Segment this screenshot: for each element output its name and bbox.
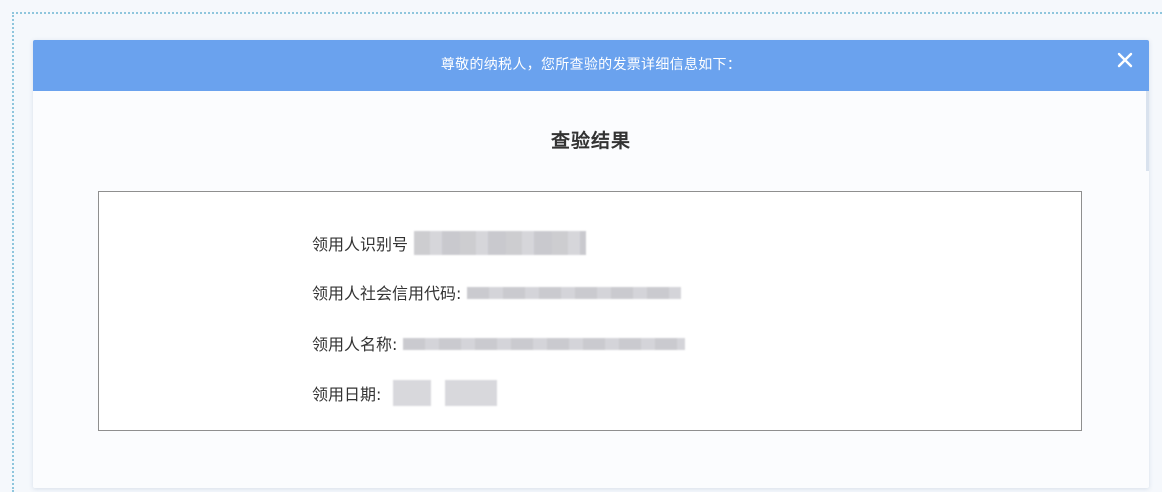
invoice-result-dialog: 尊敬的纳税人，您所查验的发票详细信息如下： 查验结果 领用人识别号 领用人社会信… (33, 40, 1149, 488)
field-value-redacted (445, 380, 498, 406)
page-title: 查验结果 (550, 130, 631, 152)
field-value-redacted (414, 231, 587, 255)
page-background: 尊敬的纳税人，您所查验的发票详细信息如下： 查验结果 领用人识别号 领用人社会信… (0, 0, 1162, 492)
dotted-border-left (12, 12, 14, 492)
result-panel: 领用人识别号 领用人社会信用代码: 领用人名称: 领用日期: (98, 191, 1082, 431)
field-label-taxpayer-id: 领用人识别号 (312, 235, 409, 254)
field-label-recipient-name: 领用人名称: (312, 335, 398, 354)
field-row-date: 领用日期: (312, 380, 498, 406)
field-label-date: 领用日期: (312, 385, 382, 404)
field-value-redacted (403, 338, 686, 350)
field-row-credit-code: 领用人社会信用代码: (312, 279, 682, 305)
field-row-taxpayer-id: 领用人识别号 (312, 230, 587, 256)
field-row-recipient-name: 领用人名称: (312, 330, 686, 356)
dialog-header: 尊敬的纳税人，您所查验的发票详细信息如下： (33, 40, 1149, 91)
field-value-redacted (467, 287, 682, 299)
field-value-redacted (393, 380, 432, 406)
field-label-credit-code: 领用人社会信用代码: (312, 284, 462, 303)
close-icon (1117, 52, 1133, 68)
dialog-header-text: 尊敬的纳税人，您所查验的发票详细信息如下： (440, 57, 742, 73)
dotted-border-top (12, 12, 1162, 14)
close-button[interactable] (1113, 48, 1137, 72)
